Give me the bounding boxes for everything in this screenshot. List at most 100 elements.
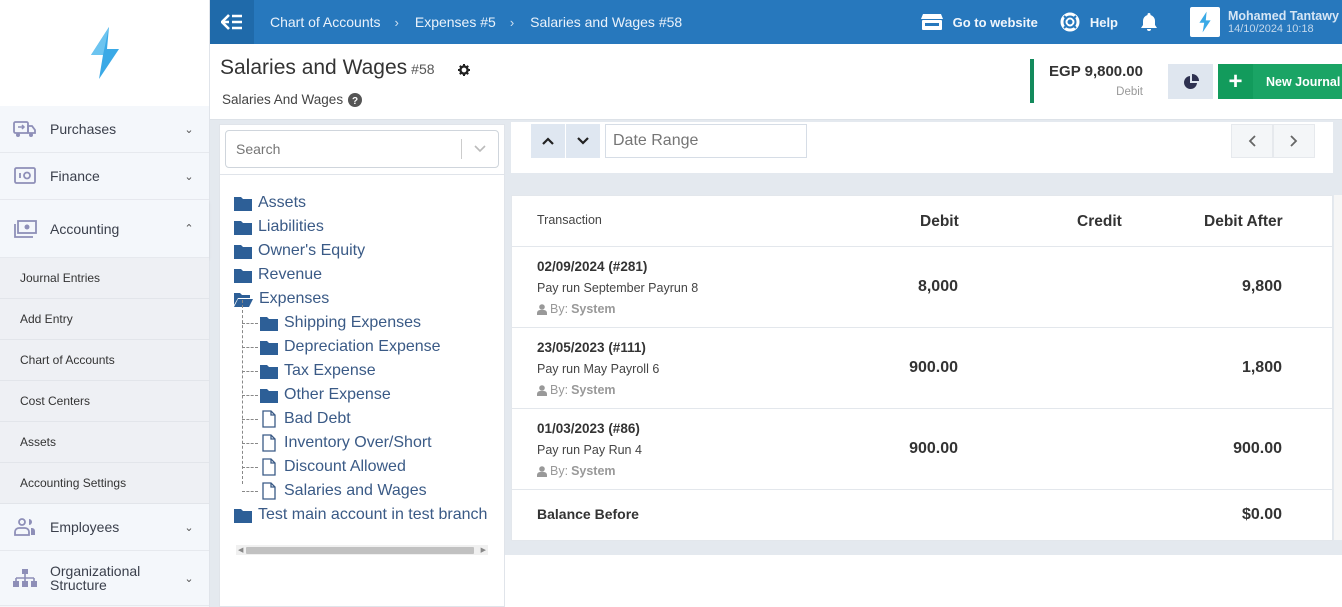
tree-node-label: Liabilities (258, 218, 324, 236)
nav-organizational-structure[interactable]: Organizational Structure ⌄ (0, 551, 209, 606)
table-row[interactable]: 02/09/2024 (#281) Pay run September Payr… (512, 247, 1332, 328)
tree-node-discount-allowed[interactable]: Discount Allowed (260, 455, 504, 479)
tx-date[interactable]: 01/03/2023 (#86) (537, 421, 640, 436)
new-journal-button[interactable]: + New Journal (1218, 64, 1342, 99)
tx-date[interactable]: 02/09/2024 (#281) (537, 259, 647, 274)
gear-icon[interactable] (458, 63, 470, 81)
nav-employees[interactable]: Employees ⌄ (0, 504, 209, 551)
nav-finance[interactable]: Finance ⌄ (0, 153, 209, 200)
tree-node-tax-expense[interactable]: Tax Expense (260, 359, 504, 383)
date-range-input[interactable] (605, 124, 807, 158)
filter-bar (511, 122, 1333, 173)
folder-icon (234, 220, 252, 235)
sidebar-item-assets[interactable]: Assets (0, 422, 209, 463)
transactions-table: Transaction Debit Credit Debit After 02/… (511, 195, 1333, 541)
folder-icon (234, 244, 252, 259)
tree-node-inventory-over-short[interactable]: Inventory Over/Short (260, 431, 504, 455)
scroll-left-icon[interactable]: ◀ (238, 546, 243, 554)
account-type-text: Salaries And Wages (222, 92, 343, 107)
page-title-text: Salaries and Wages (220, 56, 407, 79)
bell-icon (1140, 12, 1158, 32)
folder-icon (260, 316, 278, 331)
tx-author: By:System (537, 464, 616, 478)
tree-node-revenue[interactable]: Revenue (234, 263, 504, 287)
tree-node-bad-debt[interactable]: Bad Debt (260, 407, 504, 431)
safe-icon (12, 166, 38, 186)
chevron-down-icon: ⌄ (181, 521, 197, 534)
back-arrow-icon (221, 14, 243, 30)
breadcrumb-chart-of-accounts[interactable]: Chart of Accounts (270, 14, 381, 30)
tree-node-label: Other Expense (284, 386, 391, 404)
tx-debit-after: 9,800 (1242, 278, 1282, 296)
sort-up-button[interactable] (531, 124, 565, 158)
sidebar-item-journal-entries[interactable]: Journal Entries (0, 258, 209, 299)
chart-button[interactable] (1168, 64, 1213, 99)
tree-node-label: Expenses (259, 290, 329, 308)
back-menu-button[interactable] (210, 0, 254, 44)
previous-page-button[interactable] (1231, 124, 1273, 158)
new-journal-label: New Journal (1266, 75, 1340, 89)
table-row[interactable]: 01/03/2023 (#86) Pay run Pay Run 4 By:Sy… (512, 409, 1332, 490)
user-avatar[interactable] (1190, 7, 1220, 37)
tree-node-other-expense[interactable]: Other Expense (260, 383, 504, 407)
tree-node-label: Revenue (258, 266, 322, 284)
go-to-website-link[interactable]: Go to website (921, 13, 1038, 31)
sidebar-item-chart-of-accounts[interactable]: Chart of Accounts (0, 340, 209, 381)
nav-purchases[interactable]: Purchases ⌄ (0, 106, 209, 153)
tree-search-input[interactable] (226, 141, 461, 157)
tree-node-label: Salaries and Wages (284, 482, 427, 500)
tree-horizontal-scrollbar[interactable]: ◀ ▶ (236, 545, 488, 555)
scrollbar-thumb[interactable] (246, 547, 474, 554)
tree-node-salaries-and-wages[interactable]: Salaries and Wages (260, 479, 504, 503)
life-ring-icon (1060, 12, 1080, 32)
tree-node-label: Depreciation Expense (284, 338, 441, 356)
sidebar-item-add-entry[interactable]: Add Entry (0, 299, 209, 340)
balance-amount: EGP 9,800.00 (1034, 63, 1143, 80)
user-menu[interactable]: Mohamed Tantawy 14/10/2024 10:18 (1228, 9, 1342, 35)
file-icon (260, 410, 278, 428)
tree-node-label: Shipping Expenses (284, 314, 421, 332)
tree-node-depreciation-expense[interactable]: Depreciation Expense (260, 335, 504, 359)
tree-node-assets[interactable]: Assets (234, 191, 504, 215)
tree-node-label: Test main account in test branch (258, 506, 487, 524)
tree-node-owners-equity[interactable]: Owner's Equity (234, 239, 504, 263)
tree-node-expenses[interactable]: Expenses (234, 287, 504, 311)
truck-icon (12, 119, 38, 139)
help-link[interactable]: Help (1060, 12, 1118, 32)
notifications-button[interactable] (1140, 12, 1168, 32)
sidebar-item-accounting-settings[interactable]: Accounting Settings (0, 463, 209, 504)
chevron-right-icon (1290, 135, 1298, 147)
tree-node-test-main-account[interactable]: Test main account in test branch (234, 503, 504, 527)
breadcrumb-expenses[interactable]: Expenses #5 (415, 14, 496, 30)
tree-node-label: Tax Expense (284, 362, 376, 380)
table-header: Transaction Debit Credit Debit After (512, 196, 1332, 247)
sidebar-item-cost-centers[interactable]: Cost Centers (0, 381, 209, 422)
table-row[interactable]: 23/05/2023 (#111) Pay run May Payroll 6 … (512, 328, 1332, 409)
sidebar: Purchases ⌄ Finance ⌄ Accounting ⌃ Journ… (0, 0, 210, 607)
tree-node-label: Assets (258, 194, 306, 212)
sort-down-button[interactable] (566, 124, 600, 158)
tree-node-liabilities[interactable]: Liabilities (234, 215, 504, 239)
by-label: By: (550, 464, 568, 478)
nav-finance-label: Finance (50, 168, 181, 184)
page-header: Salaries and Wages#58 Salaries And Wages… (210, 44, 1342, 120)
col-debit-after: Debit After (1204, 213, 1283, 231)
help-circle-icon[interactable]: ? (348, 93, 362, 107)
chevron-down-icon[interactable] (462, 145, 498, 153)
nav-accounting[interactable]: Accounting ⌃ (0, 200, 209, 258)
balance-summary: EGP 9,800.00 Debit (1030, 59, 1148, 103)
tx-date[interactable]: 23/05/2023 (#111) (537, 340, 646, 355)
page-scrollbar[interactable] (1334, 195, 1342, 540)
tree-node-label: Inventory Over/Short (284, 434, 432, 452)
scroll-right-icon[interactable]: ▶ (481, 546, 486, 554)
next-page-button[interactable] (1273, 124, 1315, 158)
tree-node-label: Discount Allowed (284, 458, 406, 476)
col-credit: Credit (1077, 213, 1122, 231)
balance-before-label: Balance Before (537, 506, 639, 522)
tree-node-shipping-expenses[interactable]: Shipping Expenses (260, 311, 504, 335)
chevron-up-icon: ⌃ (181, 222, 197, 235)
logo[interactable] (0, 0, 209, 106)
file-icon (260, 482, 278, 500)
user-name: Mohamed Tantawy (1228, 9, 1342, 23)
folder-icon (234, 196, 252, 211)
